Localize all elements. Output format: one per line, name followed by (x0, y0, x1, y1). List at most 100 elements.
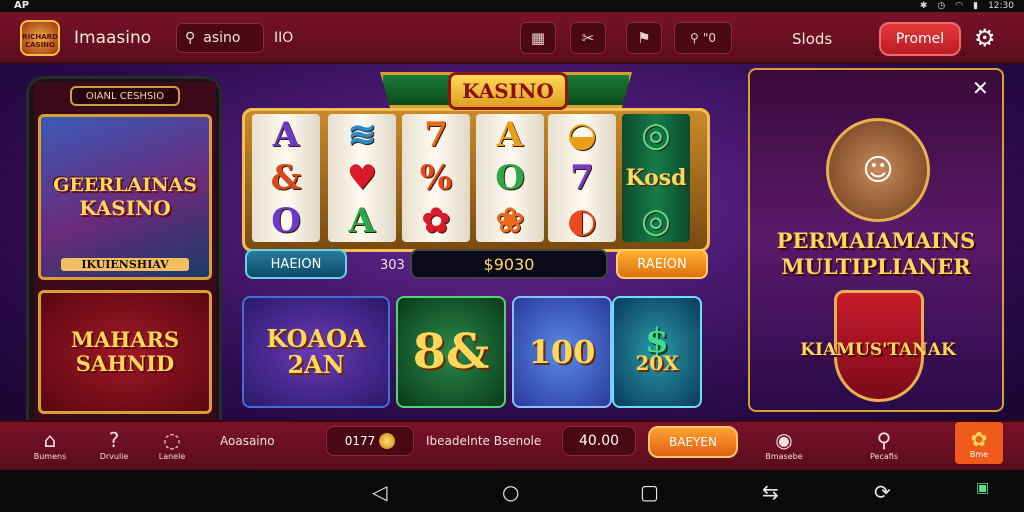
side-panel-title: PERMAIAMAINS MULTIPLIANER (776, 228, 976, 279)
refresh-icon: ◌ (163, 428, 181, 452)
nav-bmasebe[interactable]: ◉ Bmasebe (764, 428, 804, 461)
slots-link[interactable]: Slods (792, 30, 832, 48)
nav-lanele[interactable]: ◌ Lanele (152, 428, 192, 461)
nav-pecafis[interactable]: ⚲ Pecafis (864, 428, 904, 461)
coin-count: 0177 (344, 434, 376, 448)
reel-symbol: & (270, 157, 302, 198)
nav-home[interactable]: ⌂ Bumens (30, 428, 70, 461)
app-badge-icon[interactable]: ▣ (976, 480, 989, 496)
reel-symbol: ◒ (567, 115, 597, 156)
chart-icon[interactable]: ⚑ (626, 22, 662, 54)
reel-symbol: O (495, 157, 525, 198)
tile1-label: KOAOA 2AN (266, 324, 366, 379)
search-icon: ⚲ (185, 30, 196, 46)
nav-help[interactable]: ? Drvulie (94, 428, 134, 461)
flower-icon: ✿ (970, 426, 988, 451)
tile2-label: 8& (412, 324, 490, 380)
phone-header-pill[interactable]: OIANL CESHSIO (70, 86, 180, 106)
search-button[interactable]: ⚲ "0 (674, 22, 732, 54)
flower-button[interactable]: ✿ Bme (955, 422, 1003, 464)
slot-title: KASINO (448, 72, 568, 110)
bluetooth-icon: ✱ (919, 1, 928, 11)
rotate-icon[interactable]: ⇆ (762, 480, 779, 504)
app-logo[interactable]: RICHARD CASINO (20, 20, 60, 56)
action-button[interactable]: BAEYEN (648, 426, 738, 458)
reel-symbol: ◎ (641, 115, 671, 156)
home-circle-icon[interactable]: ○ (502, 480, 519, 504)
bet-value[interactable]: 40.00 (562, 426, 636, 456)
status-left-text: AP (14, 0, 30, 11)
nav-label: Drvulie (99, 452, 129, 461)
game-tile-koaoa[interactable]: KOAOA 2AN (242, 296, 390, 408)
home-icon: ⌂ (43, 428, 57, 452)
card2-title: MAHARS SAHNID (70, 327, 180, 376)
app-name: Imaasino (74, 28, 152, 48)
side-panel-label: KIAMUS'TANAK (800, 340, 956, 360)
battery-icon: ▮ (973, 1, 979, 11)
search-input[interactable]: ⚲ asino (176, 23, 264, 53)
slot-counter: 303 (380, 258, 405, 273)
nav-label: Bmasebe (765, 452, 803, 461)
card1-title-line2: KASINO (79, 196, 171, 220)
reel-3: 7 % ✿ (402, 114, 470, 242)
coin-balance[interactable]: 0177 (326, 426, 414, 456)
reel-symbol: ≋ (347, 115, 377, 156)
settings-icon[interactable]: ⚙ (974, 24, 996, 52)
nav-label: Lanele (158, 452, 186, 461)
reel-symbol: ✿ (421, 200, 451, 241)
recents-icon[interactable]: ▢ (640, 480, 659, 504)
slot-balance-display: $9030 (410, 249, 608, 279)
tools-icon[interactable]: ✂ (570, 22, 606, 54)
close-icon[interactable]: ✕ (972, 76, 989, 100)
game-card-mahars[interactable]: MAHARS SAHNID (38, 290, 212, 414)
clock-text: 12:30 (988, 1, 1014, 11)
reel-symbol: 7 (424, 115, 448, 156)
help-icon: ? (108, 428, 120, 452)
search-text: asino (203, 30, 241, 46)
game-tile-20x[interactable]: $ 20X (612, 296, 702, 408)
bottom-section-label: Aoasaino (220, 434, 275, 448)
reel-4: A O ❀ (476, 114, 544, 242)
nav-label: Pecafis (870, 452, 898, 461)
slot-left-button[interactable]: HAEION (245, 249, 347, 279)
top-bar: RICHARD CASINO Imaasino ⚲ asino IIO ▦ ✂ … (0, 12, 1024, 64)
reel-symbol: 7 (570, 157, 594, 198)
reel-symbol: A (272, 115, 300, 156)
back-icon[interactable]: ◁ (372, 480, 387, 504)
game-tile-100[interactable]: 100 (512, 296, 612, 408)
reel-symbol: Kosd (625, 164, 687, 191)
reel-2: ≋ ♥ A (328, 114, 396, 242)
promo-button[interactable]: Promel (879, 22, 961, 56)
reel-symbol: ♥ (346, 157, 378, 198)
reel-symbol: ❀ (495, 200, 525, 241)
card1-footer: IKUIENSHIAV (61, 258, 189, 271)
slot-right-button[interactable]: RAEION (616, 249, 708, 279)
game-card-geerlainas[interactable]: GEERLAINAS KASINO IKUIENSHIAV (38, 114, 212, 280)
status-bar: AP ✱ ◷ ◠ ▮ 12:30 (0, 0, 1024, 12)
sync-icon[interactable]: ⟳ (874, 480, 891, 504)
reel-5: ◒ 7 ◐ (548, 114, 616, 242)
flower-label: Bme (969, 449, 989, 459)
tile3-label: 100 (528, 333, 596, 371)
magnifier-icon: ⚲ (690, 31, 699, 45)
reel-symbol: ◎ (641, 200, 671, 241)
search-icon: ⚲ (876, 428, 892, 452)
search-button-text: "0 (702, 31, 716, 45)
search-extra-text: IIO (274, 30, 294, 46)
coin-icon (379, 433, 396, 449)
game-tile-8[interactable]: 8& (396, 296, 506, 408)
wifi-icon: ◠ (955, 1, 964, 11)
nav-label: Bumens (33, 452, 67, 461)
alarm-icon: ◷ (937, 1, 946, 11)
reel-symbol: A (496, 115, 524, 156)
target-icon: ◉ (775, 428, 793, 452)
reel-symbol: A (348, 200, 376, 241)
reel-symbol: ◐ (567, 200, 597, 241)
tile4-label: 20X (635, 351, 679, 375)
calendar-icon[interactable]: ▦ (520, 22, 556, 54)
reel-6: ◎ Kosd ◎ (622, 114, 690, 242)
bottom-middle-text: Ibeadelnte Bsenole (426, 434, 542, 448)
status-icons: ✱ ◷ ◠ ▮ 12:30 (920, 0, 1014, 12)
character-portrait: ☺ (826, 118, 930, 222)
reel-symbol: % (419, 157, 453, 198)
